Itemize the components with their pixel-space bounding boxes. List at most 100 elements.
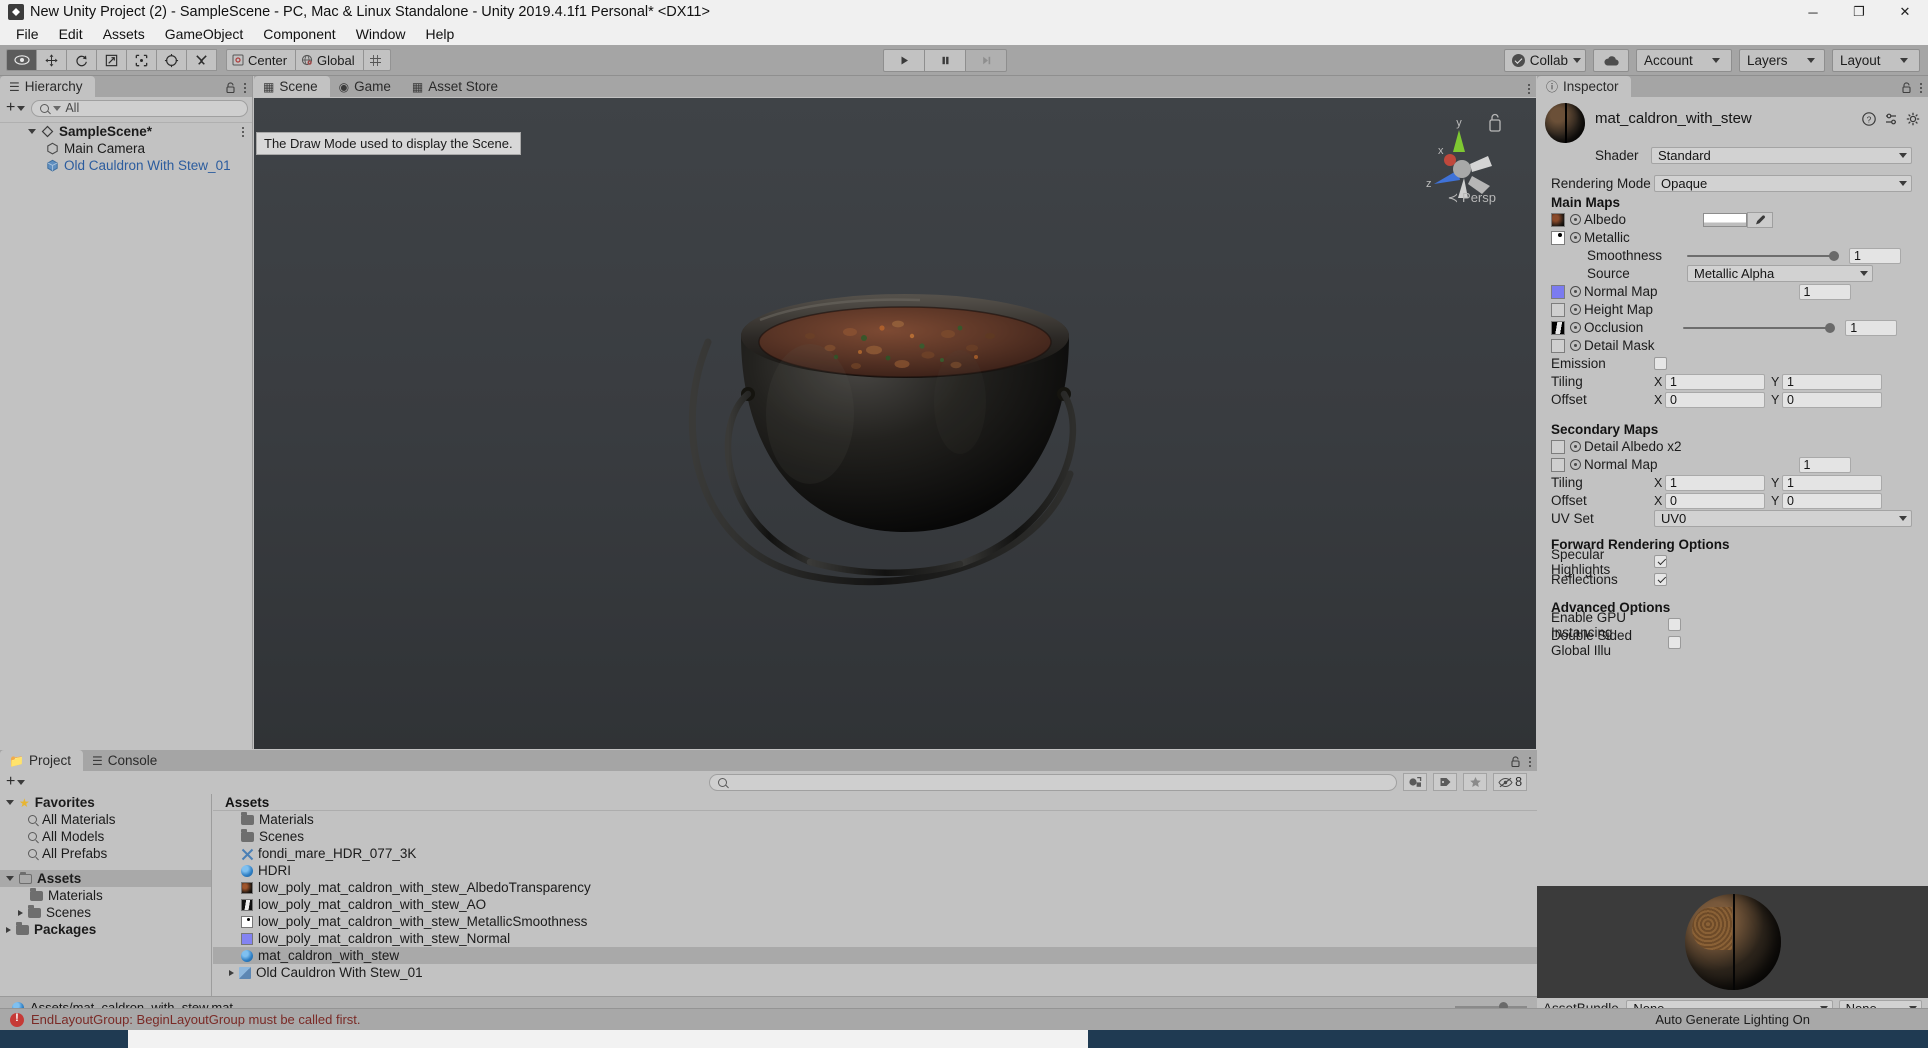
offset-x-value[interactable]: 0 — [1665, 391, 1765, 408]
minimize-button[interactable]: ─ — [1790, 0, 1836, 24]
occlusion-radio-icon[interactable] — [1570, 322, 1581, 333]
albedo-color-swatch[interactable] — [1703, 212, 1748, 227]
double-sided-gi-checkbox[interactable] — [1668, 636, 1681, 649]
project-favorite-all-materials[interactable]: All Materials — [0, 811, 211, 828]
list-item[interactable]: low_poly_mat_caldron_with_stew_Normal — [213, 930, 1537, 947]
occlusion-slider[interactable] — [1683, 322, 1836, 333]
eyedropper-icon[interactable] — [1747, 211, 1774, 228]
emission-checkbox[interactable] — [1654, 357, 1667, 370]
list-item[interactable]: low_poly_mat_caldron_with_stew_AO — [213, 896, 1537, 913]
uv-set-dropdown[interactable]: UV0 — [1654, 510, 1912, 527]
grid-snapping-button[interactable] — [362, 49, 391, 71]
custom-editor-tool-icon[interactable] — [186, 49, 217, 71]
move-tool-icon[interactable] — [36, 49, 67, 71]
hierarchy-item-main-camera[interactable]: Main Camera — [0, 140, 252, 157]
gpu-instancing-checkbox[interactable] — [1668, 618, 1681, 631]
menu-help[interactable]: Help — [415, 24, 464, 45]
height-map-radio-icon[interactable] — [1570, 304, 1581, 315]
project-tree-packages[interactable]: Packages — [0, 921, 211, 938]
occlusion-value[interactable]: 1 — [1845, 319, 1898, 336]
tab-scene[interactable]: ▦ Scene — [254, 76, 330, 97]
chevron-right-icon[interactable] — [6, 926, 11, 933]
sec-offset-y-value[interactable]: 0 — [1782, 492, 1882, 509]
collab-button[interactable]: Collab — [1503, 49, 1586, 72]
menu-file[interactable]: File — [6, 24, 49, 45]
normal-map-radio-icon[interactable] — [1570, 286, 1581, 297]
help-icon[interactable]: ? — [1862, 112, 1876, 126]
step-button[interactable] — [965, 49, 1007, 72]
close-button[interactable]: ✕ — [1882, 0, 1928, 24]
source-dropdown[interactable]: Metallic Alpha — [1687, 265, 1873, 282]
hierarchy-item-samplescene[interactable]: SampleScene* — [0, 122, 252, 140]
metallic-radio-icon[interactable] — [1570, 232, 1581, 243]
reflections-checkbox[interactable] — [1654, 573, 1667, 586]
favorites-button[interactable] — [1463, 773, 1488, 791]
hierarchy-search-input[interactable]: All — [31, 99, 248, 117]
inspector-menu-icon[interactable] — [1920, 83, 1922, 93]
project-favorites-group[interactable]: ★ Favorites — [0, 794, 211, 811]
scene-menu-icon[interactable] — [1528, 84, 1530, 94]
tiling-x-value[interactable]: 1 — [1665, 373, 1765, 390]
scene-context-menu-icon[interactable] — [242, 126, 244, 137]
cloud-button[interactable] — [1593, 49, 1629, 72]
albedo-texture-slot[interactable] — [1551, 212, 1565, 227]
menu-window[interactable]: Window — [346, 24, 416, 45]
normal-map-texture-slot[interactable] — [1551, 284, 1565, 299]
list-item[interactable]: HDRI — [213, 862, 1537, 879]
list-item[interactable]: Materials — [213, 811, 1537, 828]
list-item[interactable]: fondi_mare_HDR_077_3K — [213, 845, 1537, 862]
gear-icon[interactable] — [1906, 112, 1920, 126]
menu-edit[interactable]: Edit — [49, 24, 93, 45]
project-add-button[interactable]: + — [4, 773, 27, 791]
offset-y-value[interactable]: 0 — [1782, 391, 1882, 408]
chevron-right-icon[interactable] — [18, 909, 23, 916]
detail-albedo-texture-slot[interactable] — [1551, 439, 1565, 454]
hand-tool-icon[interactable] — [6, 49, 37, 71]
handle-rotation-button[interactable]: Global — [295, 49, 364, 71]
pivot-mode-button[interactable]: Center — [226, 49, 297, 71]
search-by-label-button[interactable] — [1433, 773, 1458, 791]
specular-highlights-checkbox[interactable] — [1654, 555, 1667, 568]
shader-dropdown[interactable]: Standard — [1651, 147, 1912, 164]
secondary-normal-map-radio-icon[interactable] — [1570, 459, 1581, 470]
maximize-button[interactable]: ❐ — [1836, 0, 1882, 24]
sec-tiling-x-value[interactable]: 1 — [1665, 474, 1765, 491]
project-menu-icon[interactable] — [1529, 757, 1531, 767]
tab-console[interactable]: ☰ Console — [83, 750, 169, 771]
tab-inspector[interactable]: ⓘ Inspector — [1537, 76, 1631, 97]
project-favorite-all-prefabs[interactable]: All Prefabs — [0, 845, 211, 862]
secondary-normal-map-value[interactable]: 1 — [1798, 456, 1851, 473]
project-favorite-all-models[interactable]: All Models — [0, 828, 211, 845]
account-button[interactable]: Account — [1636, 49, 1732, 72]
list-item[interactable]: Old Cauldron With Stew_01 — [213, 964, 1537, 981]
scene-projection-label[interactable]: ≺ Persp — [1448, 190, 1496, 206]
scale-tool-icon[interactable] — [96, 49, 127, 71]
project-tree-materials[interactable]: Materials — [0, 887, 211, 904]
editor-status-bar[interactable]: EndLayoutGroup: BeginLayoutGroup must be… — [0, 1008, 1928, 1030]
rendering-mode-dropdown[interactable]: Opaque — [1654, 175, 1912, 192]
rect-tool-icon[interactable] — [126, 49, 157, 71]
tab-project[interactable]: 📁 Project — [0, 750, 83, 771]
material-preview-area[interactable] — [1537, 886, 1928, 998]
list-item[interactable]: low_poly_mat_caldron_with_stew_AlbedoTra… — [213, 879, 1537, 896]
slider-handle[interactable] — [1825, 322, 1836, 333]
hierarchy-menu-icon[interactable] — [244, 83, 246, 93]
menu-assets[interactable]: Assets — [93, 24, 155, 45]
slider-handle[interactable] — [1829, 250, 1839, 261]
sec-tiling-y-value[interactable]: 1 — [1782, 474, 1882, 491]
menu-gameobject[interactable]: GameObject — [155, 24, 254, 45]
secondary-normal-map-texture-slot[interactable] — [1551, 457, 1565, 472]
pause-button[interactable] — [924, 49, 966, 72]
list-item-selected[interactable]: mat_caldron_with_stew — [213, 947, 1537, 964]
tab-asset-store[interactable]: ▦ Asset Store — [403, 76, 510, 97]
project-visibility-toggle[interactable]: 8 — [1493, 773, 1528, 791]
transform-tool-icon[interactable] — [156, 49, 187, 71]
scene-viewport[interactable]: The Draw Mode used to display the Scene. — [254, 98, 1536, 749]
albedo-radio-icon[interactable] — [1570, 214, 1581, 225]
play-button[interactable] — [883, 49, 925, 72]
detail-mask-radio-icon[interactable] — [1570, 340, 1581, 351]
project-search-input[interactable] — [709, 773, 1398, 791]
search-by-type-button[interactable] — [1403, 773, 1428, 791]
smoothness-value[interactable]: 1 — [1849, 247, 1901, 264]
smoothness-slider[interactable] — [1687, 250, 1839, 261]
